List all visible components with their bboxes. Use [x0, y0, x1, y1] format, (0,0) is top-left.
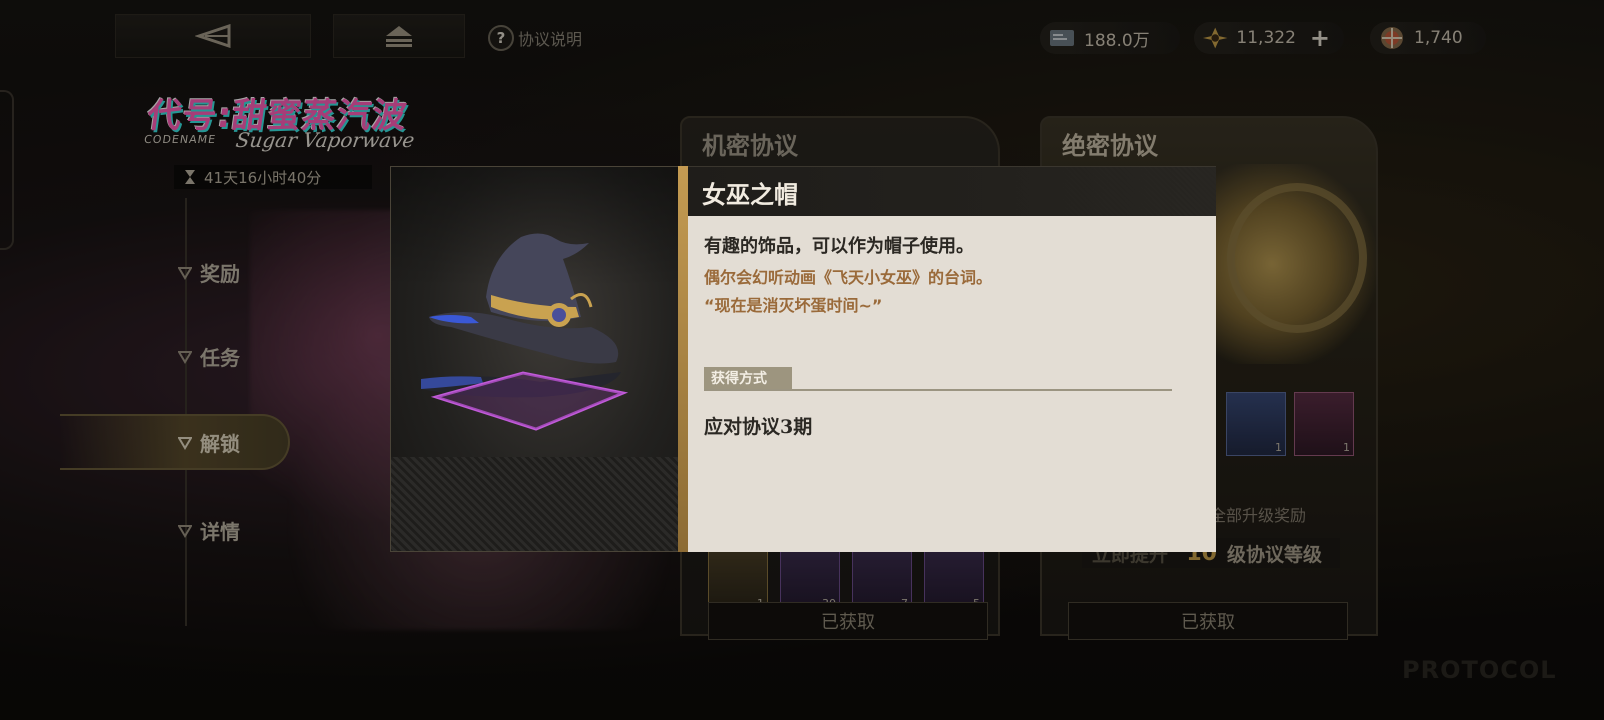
modal-accent-bar [678, 166, 688, 552]
obtain-label: 获得方式 [704, 367, 792, 389]
witch-hat-icon [421, 233, 629, 431]
item-preview [390, 166, 680, 552]
obtain-source: 应对协议3期 [704, 416, 813, 438]
item-modal-header: 女巫之帽 [688, 166, 1216, 216]
item-flavor-text-line2: “现在是消灭坏蛋时间~” [704, 296, 883, 315]
obtain-section-header: 获得方式 [704, 367, 1172, 391]
item-flavor-text-line1: 偶尔会幻听动画《飞天小女巫》的台词。 [704, 268, 993, 287]
item-modal-body: 有趣的饰品，可以作为帽子使用。 偶尔会幻听动画《飞天小女巫》的台词。 “现在是消… [688, 216, 1216, 552]
item-description: 有趣的饰品，可以作为帽子使用。 [704, 236, 974, 257]
item-name: 女巫之帽 [702, 180, 798, 209]
